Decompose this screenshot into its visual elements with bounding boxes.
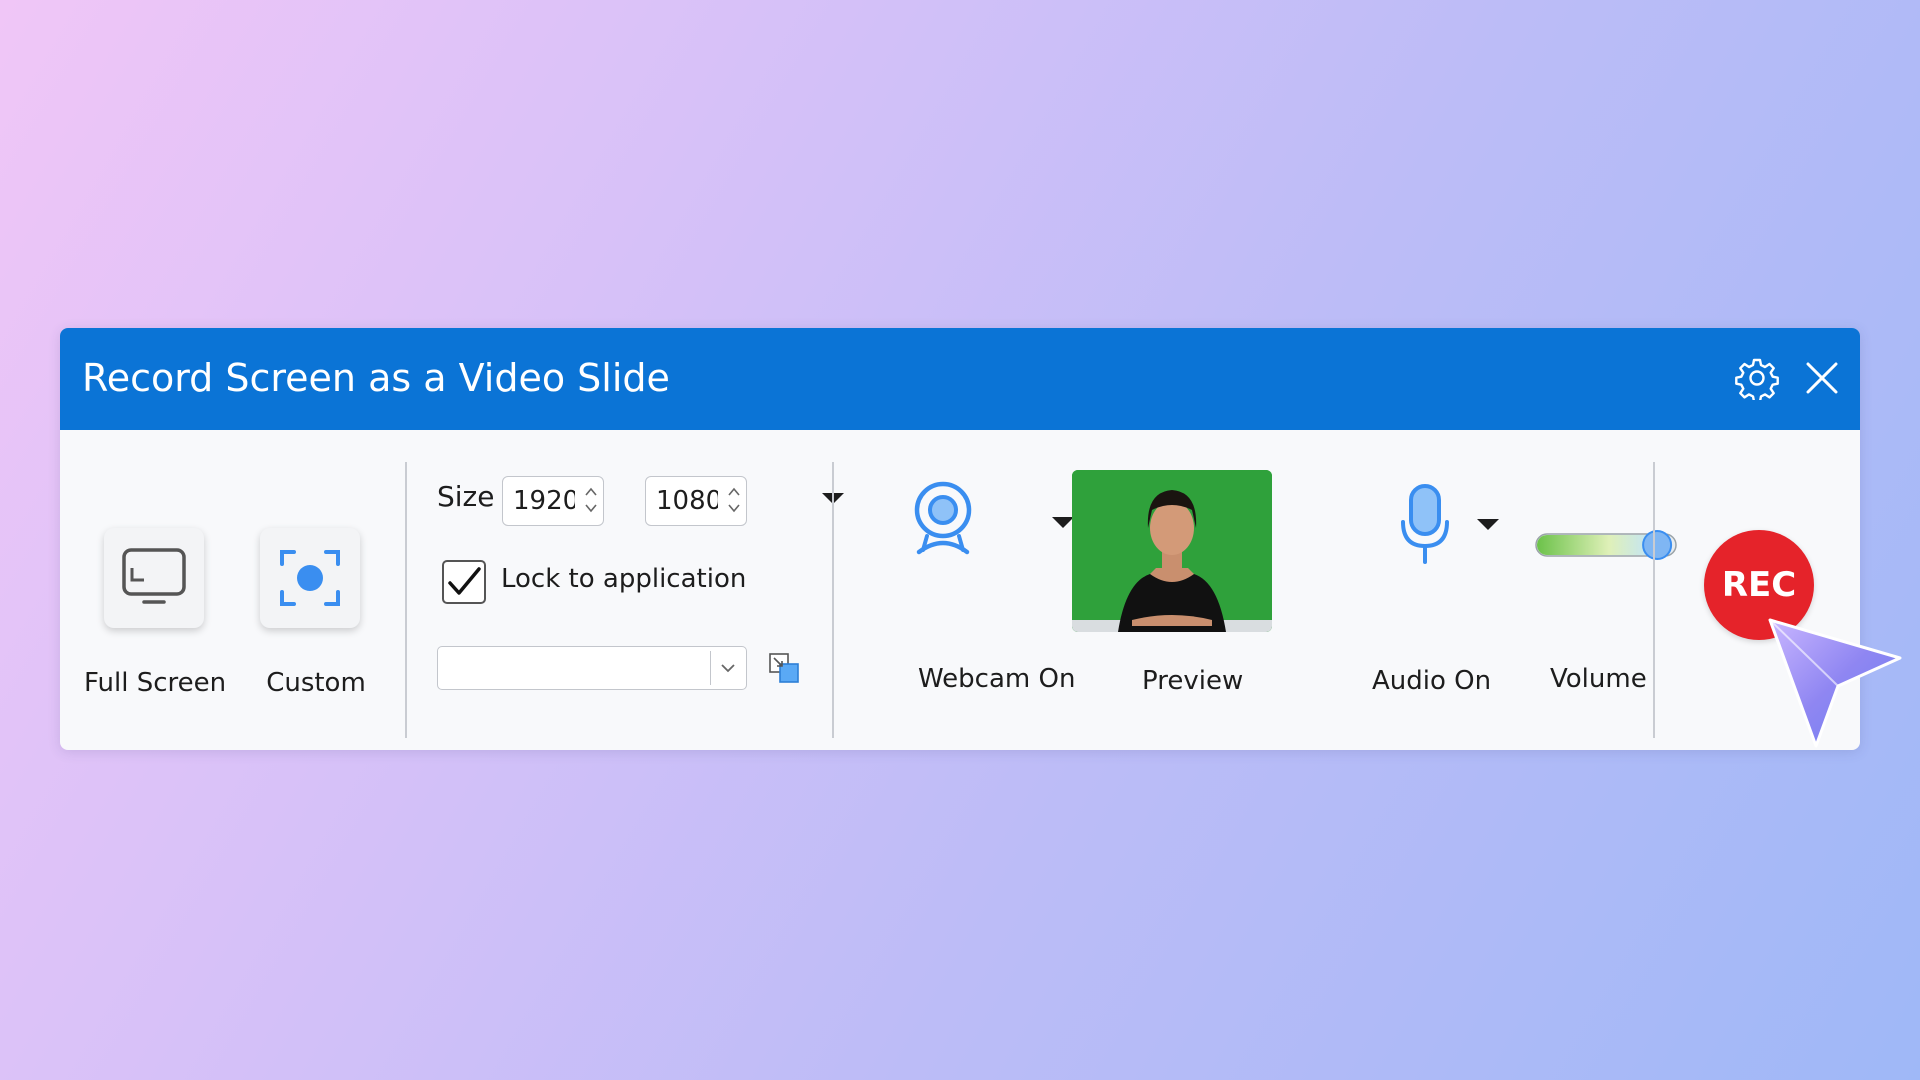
select-divider: [710, 651, 711, 685]
height-stepper-icon[interactable]: [726, 483, 742, 517]
volume-thumb[interactable]: [1642, 530, 1673, 560]
volume-slider-graphic[interactable]: [1535, 530, 1685, 560]
volume-slider[interactable]: [1535, 530, 1685, 560]
lock-to-application-label: Lock to application: [501, 564, 747, 594]
volume-fill: [1537, 535, 1658, 555]
separator: [1653, 462, 1655, 738]
audio-on-label: Audio On: [1372, 666, 1492, 696]
dialog-body: Full Screen Custom Size x: [60, 430, 1860, 750]
volume-label: Volume: [1550, 664, 1647, 694]
gear-icon: [1735, 358, 1779, 403]
close-icon: [1806, 362, 1838, 394]
height-spinbox[interactable]: [645, 476, 747, 526]
width-input[interactable]: [513, 477, 575, 525]
pointer-cursor-icon: [1768, 618, 1902, 748]
monitor-icon: [122, 548, 186, 604]
microphone-icon[interactable]: [1395, 482, 1455, 566]
settings-button[interactable]: [1735, 356, 1779, 403]
size-label: Size: [437, 480, 495, 513]
webcam-preview[interactable]: [1072, 470, 1272, 632]
custom-area-icon: [280, 550, 340, 606]
lock-to-application-checkbox[interactable]: [442, 560, 486, 604]
separator: [405, 462, 407, 738]
close-button[interactable]: [1800, 356, 1844, 400]
height-input[interactable]: [656, 477, 718, 525]
select-window-icon[interactable]: [768, 652, 802, 684]
checkmark-icon: [448, 567, 481, 595]
title-bar: Record Screen as a Video Slide: [60, 328, 1860, 430]
dialog-title: Record Screen as a Video Slide: [82, 356, 670, 400]
width-stepper-icon[interactable]: [583, 483, 599, 517]
audio-dropdown-icon[interactable]: [1475, 516, 1501, 534]
record-screen-dialog: Record Screen as a Video Slide Full Scre…: [60, 328, 1860, 750]
webcam-on-label: Webcam On: [918, 664, 1076, 694]
full-screen-button[interactable]: [104, 528, 204, 628]
record-button-label: REC: [1721, 565, 1797, 605]
custom-area-button[interactable]: [260, 528, 360, 628]
application-select[interactable]: [437, 646, 747, 690]
full-screen-label: Full Screen: [84, 668, 227, 698]
preview-label: Preview: [1142, 666, 1244, 696]
separator: [832, 462, 834, 738]
preview-person-image: [1072, 470, 1272, 632]
webcam-icon[interactable]: [905, 478, 985, 562]
width-spinbox[interactable]: [502, 476, 604, 526]
custom-label: Custom: [266, 668, 366, 698]
chevron-down-icon[interactable]: [718, 659, 738, 677]
